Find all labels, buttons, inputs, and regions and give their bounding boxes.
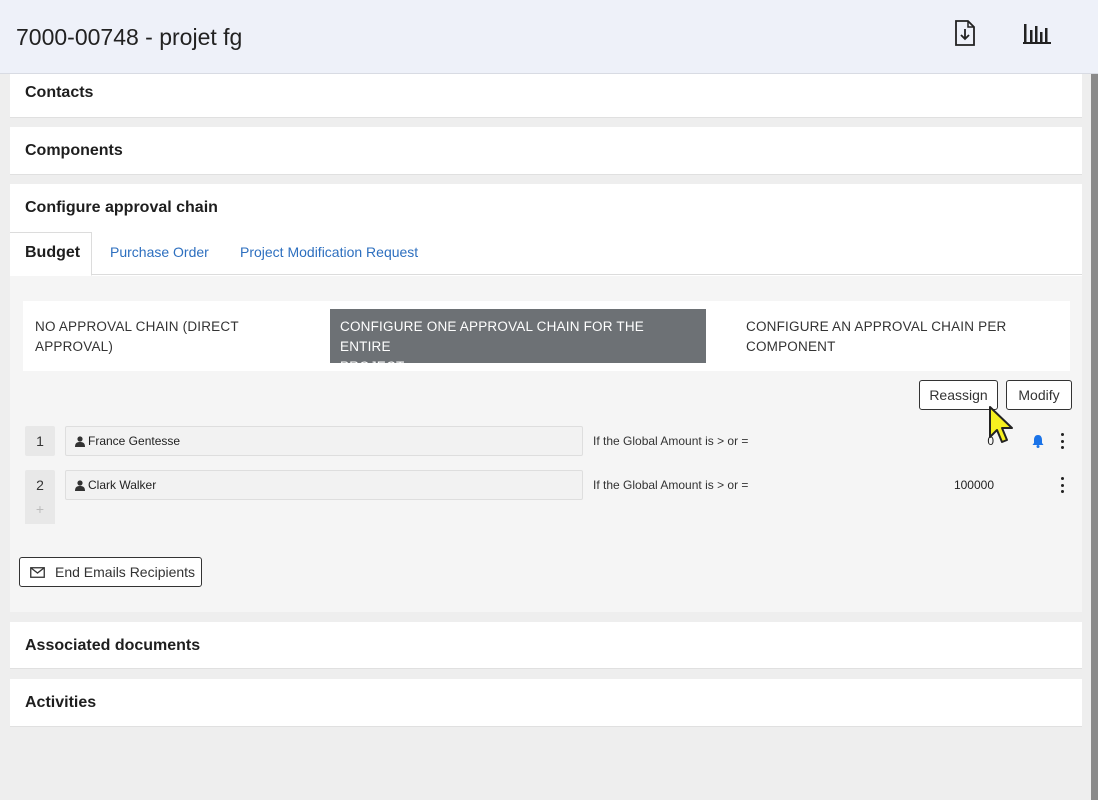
bar-chart-icon[interactable] — [1022, 19, 1052, 47]
components-section[interactable]: Components — [10, 127, 1082, 175]
approval-chain-title: Configure approval chain — [25, 199, 218, 216]
mode-no-approval-line2: APPROVAL) — [35, 339, 114, 354]
associated-documents-section[interactable]: Associated documents — [10, 622, 1082, 669]
reassign-button[interactable]: Reassign — [919, 380, 998, 410]
page-scrollbar[interactable] — [1091, 74, 1098, 800]
page-title: 7000-00748 - projet fg — [16, 24, 243, 50]
approver-step-number: 1 — [25, 426, 55, 456]
activities-title: Activities — [25, 694, 97, 711]
user-icon — [75, 479, 85, 491]
app-header: 7000-00748 - projet fg — [0, 0, 1098, 74]
mode-one-chain-line1: CONFIGURE ONE APPROVAL CHAIN FOR THE ENT… — [340, 319, 644, 354]
tab-purchase-order[interactable]: Purchase Order — [110, 232, 209, 275]
contacts-title: Contacts — [25, 84, 94, 101]
user-icon — [75, 435, 85, 447]
mode-one-approval-chain[interactable]: CONFIGURE ONE APPROVAL CHAIN FOR THE ENT… — [330, 309, 706, 374]
mode-one-chain-line2: PROJECT — [340, 359, 405, 374]
approver-more-icon[interactable] — [1056, 430, 1068, 452]
approver-name: France Gentesse — [88, 434, 181, 448]
mode-per-component-line2: COMPONENT — [746, 339, 836, 354]
contacts-section[interactable]: Contacts — [10, 74, 1082, 118]
approver-condition: If the Global Amount is > or = — [593, 478, 749, 492]
approval-tabs: Budget Purchase Order Project Modificati… — [10, 232, 1082, 276]
approver-name: Clark Walker — [88, 478, 157, 492]
approver-threshold-amount: 0 — [987, 434, 994, 448]
approver-condition: If the Global Amount is > or = — [593, 434, 749, 448]
associated-documents-title: Associated documents — [25, 637, 201, 654]
approval-chain-section: Configure approval chain Budget Purchase… — [10, 184, 1082, 612]
modify-button[interactable]: Modify — [1006, 380, 1072, 410]
tab-project-modification-request[interactable]: Project Modification Request — [240, 232, 418, 275]
approver-threshold-amount: 100000 — [953, 478, 994, 492]
approver-more-icon[interactable] — [1056, 474, 1068, 496]
mode-no-approval-line1: NO APPROVAL CHAIN (DIRECT — [35, 319, 239, 334]
components-title: Components — [25, 142, 123, 159]
notification-bell-icon[interactable] — [1030, 433, 1046, 449]
approval-config-panel: NO APPROVAL CHAIN (DIRECT APPROVAL) CONF… — [10, 276, 1082, 612]
mode-no-approval-chain[interactable]: NO APPROVAL CHAIN (DIRECT APPROVAL) — [25, 309, 285, 365]
approver-user-field[interactable]: France Gentesse — [65, 426, 583, 456]
envelope-icon — [30, 566, 45, 578]
tab-budget[interactable]: Budget — [10, 232, 92, 276]
approver-user-field[interactable]: Clark Walker — [65, 470, 583, 500]
approval-mode-selector: NO APPROVAL CHAIN (DIRECT APPROVAL) CONF… — [23, 301, 1070, 374]
end-emails-recipients-button[interactable]: End Emails Recipients — [19, 557, 202, 587]
end-emails-label: End Emails Recipients — [55, 564, 196, 580]
add-approver-button[interactable]: + — [25, 494, 55, 524]
download-icon[interactable] — [950, 19, 980, 47]
mode-chain-per-component[interactable]: CONFIGURE AN APPROVAL CHAIN PER COMPONEN… — [736, 309, 1056, 365]
activities-section[interactable]: Activities — [10, 679, 1082, 727]
mode-per-component-line1: CONFIGURE AN APPROVAL CHAIN PER — [746, 319, 1007, 334]
